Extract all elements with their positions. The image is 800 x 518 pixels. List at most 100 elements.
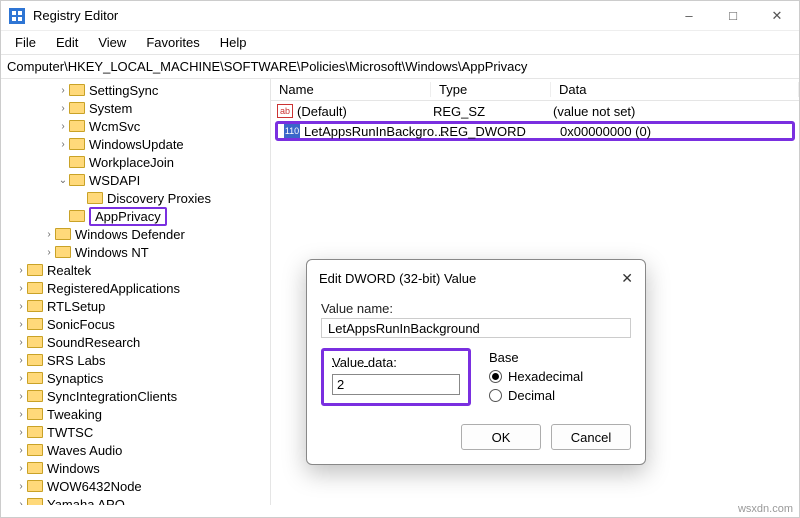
ok-button[interactable]: OK [461, 424, 541, 450]
tree-item[interactable]: ⌄ WSDAPI [1, 171, 270, 189]
folder-icon [69, 174, 85, 186]
twisty-icon[interactable]: › [57, 121, 69, 132]
list-row[interactable]: ab(Default)REG_SZ(value not set) [271, 101, 799, 121]
twisty-icon[interactable]: › [57, 85, 69, 96]
twisty-icon[interactable]: › [15, 373, 27, 384]
twisty-icon[interactable]: › [57, 139, 69, 150]
maximize-button[interactable]: □ [711, 1, 755, 31]
tree-item[interactable]: › SyncIntegrationClients [1, 387, 270, 405]
dword-value-icon: 110 [284, 124, 300, 138]
folder-icon [69, 210, 85, 222]
tree-item[interactable]: ›Windows NT [1, 243, 270, 261]
twisty-icon[interactable]: › [15, 337, 27, 348]
tree-item-label: Windows Defender [75, 227, 185, 242]
addressbar[interactable]: Computer\HKEY_LOCAL_MACHINE\SOFTWARE\Pol… [1, 55, 799, 79]
addressbar-path: Computer\HKEY_LOCAL_MACHINE\SOFTWARE\Pol… [7, 59, 527, 74]
twisty-icon[interactable]: › [57, 103, 69, 114]
col-data[interactable]: Data [551, 82, 799, 97]
twisty-icon[interactable]: › [43, 247, 55, 258]
tree-item-label: SettingSync [89, 83, 158, 98]
folder-icon [27, 372, 43, 384]
dialog-title: Edit DWORD (32-bit) Value [319, 271, 476, 286]
folder-icon [27, 282, 43, 294]
tree-item[interactable]: › RTLSetup [1, 297, 270, 315]
twisty-icon[interactable]: › [15, 427, 27, 438]
tree-item[interactable]: WorkplaceJoin [1, 153, 270, 171]
close-button[interactable]: ✕ [755, 1, 799, 31]
twisty-icon[interactable]: › [15, 265, 27, 276]
tree-item-label: RTLSetup [47, 299, 105, 314]
tree-item[interactable]: ›TWTSC [1, 423, 270, 441]
folder-icon [69, 138, 85, 150]
col-type[interactable]: Type [431, 82, 551, 97]
tree-item[interactable]: ›WindowsUpdate [1, 135, 270, 153]
tree-item-label: SyncIntegrationClients [47, 389, 177, 404]
titlebar: Registry Editor – □ ✕ [1, 1, 799, 31]
twisty-icon[interactable]: › [15, 301, 27, 312]
base-label: Base [489, 350, 583, 365]
folder-icon [87, 192, 103, 204]
tree-item[interactable]: › Windows Defender [1, 225, 270, 243]
folder-icon [69, 156, 85, 168]
twisty-icon[interactable]: ⌄ [57, 175, 69, 186]
twisty-icon[interactable]: › [15, 283, 27, 294]
menu-edit[interactable]: Edit [48, 33, 86, 52]
tree-item-label: Windows [47, 461, 100, 476]
tree-item[interactable]: ›SoundResearch [1, 333, 270, 351]
col-name[interactable]: Name [271, 82, 431, 97]
tree-item[interactable]: › Waves Audio [1, 441, 270, 459]
tree-item[interactable]: ›WcmSvc [1, 117, 270, 135]
minimize-button[interactable]: – [667, 1, 711, 31]
radio-icon [489, 370, 502, 383]
menubar: File Edit View Favorites Help [1, 31, 799, 55]
twisty-icon[interactable]: › [15, 391, 27, 402]
twisty-icon[interactable]: › [15, 409, 27, 420]
twisty-icon[interactable]: › [15, 445, 27, 456]
twisty-icon[interactable]: › [43, 229, 55, 240]
tree-item[interactable]: › Windows [1, 459, 270, 477]
tree-item[interactable]: ›WOW6432Node [1, 477, 270, 495]
folder-icon [27, 498, 43, 505]
tree-item[interactable]: ›Synaptics [1, 369, 270, 387]
folder-icon [69, 84, 85, 96]
tree-item-label: WSDAPI [89, 173, 140, 188]
tree-item[interactable]: Discovery Proxies [1, 189, 270, 207]
tree-item-label: Yamaha APO [47, 497, 125, 506]
radio-icon [489, 389, 502, 402]
dialog-close-icon[interactable]: ✕ [621, 270, 633, 287]
tree-item[interactable]: › SettingSync [1, 81, 270, 99]
radio-dec[interactable]: Decimal [489, 388, 583, 403]
cell-name: (Default) [297, 104, 433, 119]
tree-item[interactable]: ›SRS Labs [1, 351, 270, 369]
tree-item[interactable]: ›RegisteredApplications [1, 279, 270, 297]
twisty-icon[interactable]: › [15, 481, 27, 492]
cancel-button[interactable]: Cancel [551, 424, 631, 450]
tree-item[interactable]: AppPrivacy [1, 207, 270, 225]
tree-item[interactable]: ›Tweaking [1, 405, 270, 423]
tree-item-label: Waves Audio [47, 443, 122, 458]
tree-item[interactable]: ›Realtek [1, 261, 270, 279]
cell-name: LetAppsRunInBackgro... [304, 124, 440, 139]
folder-icon [27, 408, 43, 420]
menu-file[interactable]: File [7, 33, 44, 52]
folder-icon [55, 228, 71, 240]
value-data-input[interactable] [332, 374, 460, 395]
menu-favorites[interactable]: Favorites [138, 33, 207, 52]
menu-help[interactable]: Help [212, 33, 255, 52]
cell-type: REG_SZ [433, 104, 553, 119]
tree-pane[interactable]: › SettingSync›System›WcmSvc›WindowsUpdate… [1, 79, 271, 505]
tree-item[interactable]: › Yamaha APO [1, 495, 270, 505]
tree-item-label: WorkplaceJoin [89, 155, 174, 170]
tree-item[interactable]: ›SonicFocus [1, 315, 270, 333]
twisty-icon[interactable]: › [15, 499, 27, 506]
twisty-icon[interactable]: › [15, 319, 27, 330]
tree-item[interactable]: ›System [1, 99, 270, 117]
radio-hex[interactable]: Hexadecimal [489, 369, 583, 384]
twisty-icon[interactable]: › [15, 355, 27, 366]
menu-view[interactable]: View [90, 33, 134, 52]
edit-dword-dialog: Edit DWORD (32-bit) Value ✕ Value name: … [306, 259, 646, 465]
twisty-icon[interactable]: › [15, 463, 27, 474]
folder-icon [27, 426, 43, 438]
folder-icon [27, 444, 43, 456]
list-row[interactable]: 110LetAppsRunInBackgro...REG_DWORD0x0000… [275, 121, 795, 141]
